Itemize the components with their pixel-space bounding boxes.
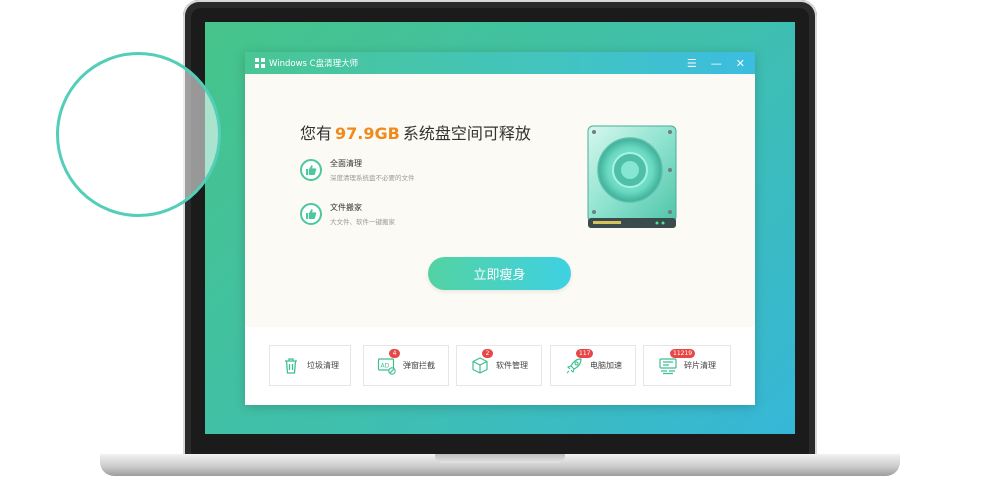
headline-prefix: 您有 bbox=[300, 124, 333, 143]
headline: 您有 97.9GB 系统盘空间可释放 bbox=[300, 120, 531, 144]
tools-panel: 垃圾清理 AD 4 弹窗拦截 2 软件管理 117 电脑加速 11219 碎片清… bbox=[245, 327, 755, 405]
feature-file-move: 文件搬家 大文件、软件一键搬家 bbox=[300, 202, 395, 226]
tool-popup-block[interactable]: AD 4 弹窗拦截 bbox=[363, 345, 449, 386]
fragment-icon: 11219 bbox=[658, 348, 696, 376]
minimize-icon[interactable]: — bbox=[711, 58, 722, 69]
window-controls: ☰ — ✕ bbox=[687, 58, 745, 69]
badge: 2 bbox=[482, 348, 493, 358]
headline-suffix: 系统盘空间可释放 bbox=[402, 124, 531, 143]
windows-logo-icon bbox=[255, 58, 265, 68]
tool-junk-clean[interactable]: 垃圾清理 bbox=[269, 345, 351, 386]
badge: 4 bbox=[389, 348, 400, 358]
badge: 11219 bbox=[670, 348, 696, 358]
ad-block-icon: AD 4 bbox=[377, 348, 400, 376]
free-space-amount: 97.9GB bbox=[335, 124, 400, 143]
title-bar: Windows C盘清理大师 ☰ — ✕ bbox=[245, 52, 755, 74]
rocket-icon: 117 bbox=[564, 348, 594, 376]
svg-text:AD: AD bbox=[381, 362, 390, 369]
tool-label: 垃圾清理 bbox=[307, 361, 339, 370]
feature-title: 全面清理 bbox=[330, 159, 362, 168]
feature-desc: 大文件、软件一键搬家 bbox=[330, 218, 395, 226]
tool-software-manage[interactable]: 2 软件管理 bbox=[456, 345, 542, 386]
tool-label: 电脑加速 bbox=[590, 361, 622, 370]
close-icon[interactable]: ✕ bbox=[736, 58, 745, 69]
trash-icon bbox=[281, 356, 301, 376]
tool-label: 软件管理 bbox=[496, 361, 528, 370]
slim-now-button[interactable]: 立即瘦身 bbox=[428, 257, 571, 290]
hard-disk-illustration bbox=[587, 125, 677, 228]
app-window: Windows C盘清理大师 ☰ — ✕ 您有 97.9GB 系统盘空间可释放 全面… bbox=[245, 52, 755, 405]
tool-pc-speedup[interactable]: 117 电脑加速 bbox=[550, 345, 636, 386]
feature-full-clean: 全面清理 深度清理系统盘不必要的文件 bbox=[300, 158, 415, 182]
thumbs-up-icon bbox=[300, 159, 322, 181]
feature-desc: 深度清理系统盘不必要的文件 bbox=[330, 174, 415, 182]
tool-label: 弹窗拦截 bbox=[403, 361, 435, 370]
app-title: Windows C盘清理大师 bbox=[269, 59, 359, 69]
box-icon: 2 bbox=[470, 348, 493, 376]
decorative-circle bbox=[56, 52, 221, 217]
badge: 117 bbox=[576, 348, 594, 358]
tool-fragment-clean[interactable]: 11219 碎片清理 bbox=[643, 345, 731, 386]
tool-label: 碎片清理 bbox=[684, 361, 716, 370]
menu-icon[interactable]: ☰ bbox=[687, 58, 697, 69]
feature-title: 文件搬家 bbox=[330, 203, 362, 212]
laptop-notch bbox=[435, 454, 565, 463]
thumbs-up-icon bbox=[300, 203, 322, 225]
